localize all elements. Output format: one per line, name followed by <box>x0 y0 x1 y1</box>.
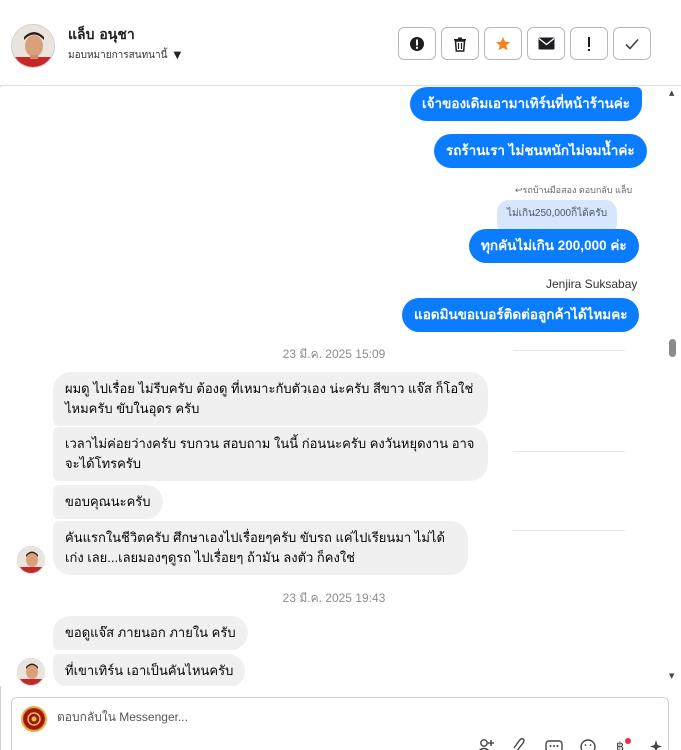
mark-done-button[interactable] <box>613 27 651 60</box>
outgoing-message[interactable]: รถร้านเรา ไม่ชนหนักไม่จมน้ำค่ะ <box>434 134 647 168</box>
assign-label: มอบหมายการสนทนานี้ <box>68 50 168 61</box>
scroll-down-arrow-icon[interactable]: ▼ <box>669 672 674 680</box>
divider <box>513 451 625 452</box>
delete-button[interactable] <box>441 27 479 60</box>
outgoing-message[interactable]: แอดมินขอเบอร์ติดต่อลูกค้าได้ไหมคะ <box>402 298 640 332</box>
outgoing-message[interactable]: ทุกคันไม่เกิน 200,000 ค่ะ <box>469 229 639 263</box>
composer-toolbar: ฿ <box>477 738 665 750</box>
sparkle-icon[interactable] <box>647 738 665 750</box>
trash-icon <box>454 37 466 52</box>
reply-context: ↩รถบ้านมือสอง ตอบกลับ แล็บ <box>515 183 632 197</box>
message-thread: เจ้าของเดิมเอามาเทิร์นที่หน้าร้านค่ะ รถร… <box>0 87 668 686</box>
check-icon <box>625 38 639 50</box>
incoming-message[interactable]: ที่เขาเทิร์น เอาเป็นคันไหนครับ <box>53 654 246 686</box>
mark-unread-button[interactable] <box>527 27 565 60</box>
scroll-up-arrow-icon[interactable]: ▲ <box>669 89 674 97</box>
contact-avatar[interactable] <box>11 24 55 68</box>
incoming-message[interactable]: ขอบคุณนะครับ <box>53 485 163 519</box>
contact-avatar-small[interactable] <box>17 658 45 686</box>
saved-reply-icon[interactable] <box>545 738 563 750</box>
conversation-header: แล็บ อนุชา มอบหมายการสนทนานี้ ▼ <box>0 6 681 86</box>
reply-composer: ฿ <box>11 697 669 750</box>
mail-icon <box>538 37 554 50</box>
alert-circle-icon <box>410 36 424 51</box>
reply-arrow-icon: ↩ <box>515 185 523 195</box>
incoming-message[interactable]: ขอดูแจ๊ส ภายนอก ภายใน ครับ <box>53 616 248 650</box>
header-actions <box>398 27 651 60</box>
star-button[interactable] <box>484 27 522 60</box>
currency-icon[interactable]: ฿ <box>613 738 631 750</box>
mark-important-button[interactable] <box>570 27 608 60</box>
timestamp-separator: 23 มี.ค. 2025 19:43 <box>282 591 386 605</box>
message-scrollbar[interactable]: ▲ ▼ <box>667 87 679 686</box>
divider <box>513 530 625 531</box>
add-person-icon[interactable] <box>477 738 495 750</box>
page-avatar <box>21 706 47 732</box>
notification-dot <box>625 738 631 744</box>
star-icon <box>496 36 510 50</box>
incoming-message[interactable]: เวลาไม่ค่อยว่างครับ รบกวน สอบถาม ในนี้ ก… <box>53 427 488 481</box>
sender-name: Jenjira Suksabay <box>546 277 638 291</box>
timestamp-separator: 23 มี.ค. 2025 15:09 <box>282 347 386 361</box>
assign-conversation-dropdown[interactable]: มอบหมายการสนทนานี้ ▼ <box>68 48 181 63</box>
chevron-down-icon: ▼ <box>173 50 182 61</box>
scroll-thumb[interactable] <box>669 339 676 357</box>
reply-meta-text: รถบ้านมือสอง ตอบกลับ แล็บ <box>522 185 633 195</box>
outgoing-message[interactable]: เจ้าของเดิมเอามาเทิร์นที่หน้าร้านค่ะ <box>410 87 643 121</box>
contact-name[interactable]: แล็บ อนุชา <box>68 24 135 46</box>
incoming-message[interactable]: คันแรกในชีวิตครับ ศึกษาเองไปเรื่อยๆครับ … <box>53 521 468 575</box>
reply-input[interactable] <box>57 710 457 724</box>
attachment-icon[interactable] <box>511 738 529 750</box>
contact-avatar-small[interactable] <box>17 546 45 574</box>
spam-button[interactable] <box>398 27 436 60</box>
emoji-icon[interactable] <box>579 738 597 750</box>
incoming-message[interactable]: ผมดู ไปเรื่อย ไม่รีบครับ ต้องดู ที่เหมาะ… <box>53 372 488 426</box>
exclamation-icon <box>588 36 590 51</box>
svg-text:฿: ฿ <box>616 740 624 750</box>
